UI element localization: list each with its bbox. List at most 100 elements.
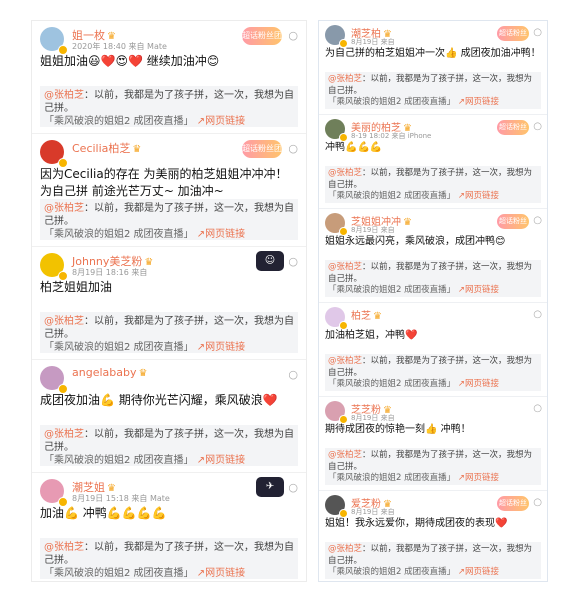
fan-group-badge[interactable]: 超话粉丝团	[242, 27, 282, 45]
circle-outline-icon[interactable]: ○	[288, 368, 298, 381]
view-link[interactable]: ↗网页链接	[458, 191, 499, 201]
quote-username[interactable]: @张柏芝	[44, 316, 84, 327]
view-link[interactable]: ↗网页链接	[458, 97, 499, 107]
quoted-post[interactable]: @张柏芝：以前，我都是为了孩子拼，这一次，我想为自己拼。 「乘风破浪的姐姐2 成…	[325, 72, 541, 109]
comment-post: 潮芝柏 ♛ 8月19日 来自 超话粉丝团 ○ 为自己拼的柏芝姐姐冲一次👍 成团夜加…	[319, 21, 547, 115]
quote-username[interactable]: @张柏芝	[328, 356, 362, 366]
post-time: 8月19日 18:16 来自	[72, 268, 148, 277]
circle-outline-icon[interactable]: ○	[533, 121, 542, 132]
quote-username[interactable]: @张柏芝	[44, 203, 84, 214]
post-content: 加油柏芝姐，冲鸭❤️	[325, 330, 418, 341]
quote-tail: 「乘风破浪的姐姐2 成团夜直播」	[328, 97, 456, 107]
vip-badge-icon	[339, 509, 348, 518]
post-time: 8月19日 来自	[351, 38, 395, 46]
vip-badge-icon	[339, 415, 348, 424]
quote-tail: 「乘风破浪的姐姐2 成团夜直播」	[44, 455, 194, 466]
quote-username[interactable]: @张柏芝	[328, 450, 362, 460]
quote-username[interactable]: @张柏芝	[328, 262, 362, 272]
comment-post: 爱芝粉 ♛ 8月19日 来自 超话粉丝团 ○ 姐姐！我永远爱你，期待成团夜的表现❤…	[319, 491, 547, 584]
circle-outline-icon[interactable]: ○	[288, 255, 298, 268]
username-link[interactable]: 柏芝 ♛	[351, 307, 382, 322]
view-link[interactable]: ↗网页链接	[197, 455, 245, 466]
vip-badge-icon	[339, 321, 348, 330]
vip-badge-icon	[339, 39, 348, 48]
vip-badge-icon	[339, 133, 348, 142]
comment-post: 芝芝粉 ♛ 8月19日 来自 ○ 期待成团夜的惊艳一刻👍 冲鸭！ @张柏芝：以前，…	[319, 397, 547, 491]
view-link[interactable]: ↗网页链接	[458, 379, 499, 389]
post-header: 爱芝粉 ♛ 8月19日 来自 超话粉丝团 ○	[319, 491, 547, 522]
circle-outline-icon[interactable]: ○	[288, 481, 298, 494]
view-link[interactable]: ↗网页链接	[197, 116, 245, 127]
vip-badge-icon	[58, 45, 68, 55]
comment-post: angelababy ♛ ○ 成团夜加油💪 期待你光芒闪耀，乘风破浪❤️ @张柏芝…	[32, 360, 306, 473]
view-link[interactable]: ↗网页链接	[197, 568, 245, 579]
quoted-post[interactable]: @张柏芝：以前，我都是为了孩子拼，这一次，我想为自己拼。 「乘风破浪的姐姐2 成…	[40, 538, 298, 579]
quote-username[interactable]: @张柏芝	[328, 168, 362, 178]
vip-badge-icon	[58, 158, 68, 168]
username-link[interactable]: angelababy ♛	[72, 366, 147, 379]
post-header: angelababy ♛ ○	[32, 360, 306, 394]
quote-tail: 「乘风破浪的姐姐2 成团夜直播」	[328, 285, 456, 295]
quote-tail: 「乘风破浪的姐姐2 成团夜直播」	[328, 191, 456, 201]
circle-outline-icon[interactable]: ○	[533, 497, 542, 508]
quoted-post[interactable]: @张柏芝：以前，我都是为了孩子拼，这一次，我想为自己拼。 「乘风破浪的姐姐2 成…	[40, 199, 298, 240]
quoted-post[interactable]: @张柏芝：以前，我都是为了孩子拼，这一次，我想为自己拼。 「乘风破浪的姐姐2 成…	[325, 166, 541, 203]
quote-username[interactable]: @张柏芝	[328, 74, 362, 84]
sticker-icon: ✈	[256, 477, 284, 497]
quote-username[interactable]: @张柏芝	[44, 542, 84, 553]
post-time: 8-19 18:02 来自 iPhone	[351, 132, 432, 140]
comment-post: 潮芝姐 ♛ 8月19日 15:18 来自 Mate ✈ ○ 加油💪 冲鸭💪💪💪💪 …	[32, 473, 306, 585]
quoted-post[interactable]: @张柏芝：以前，我都是为了孩子拼，这一次，我想为自己拼。 「乘风破浪的姐姐2 成…	[325, 260, 541, 297]
quote-tail: 「乘风破浪的姐姐2 成团夜直播」	[44, 229, 194, 240]
post-time: 8月19日 来自	[351, 226, 395, 234]
view-link[interactable]: ↗网页链接	[197, 229, 245, 240]
circle-outline-icon[interactable]: ○	[533, 309, 542, 320]
quote-tail: 「乘风破浪的姐姐2 成团夜直播」	[328, 473, 456, 483]
post-time: 8月19日 来自	[351, 508, 395, 516]
username-link[interactable]: Cecilia柏芝 ♛	[72, 140, 141, 156]
post-time: 8月19日 来自	[351, 414, 395, 422]
post-content: 姐姐加油😃❤️😍❤️ 继续加油冲😊	[40, 54, 220, 68]
quote-username[interactable]: @张柏芝	[44, 90, 84, 101]
quote-tail: 「乘风破浪的姐姐2 成团夜直播」	[328, 379, 456, 389]
post-header: 姐一枚 ♛ 2020年 18:40 来自 Mate 超话粉丝团 ○	[32, 21, 306, 55]
post-header: Johnny美芝粉 ♛ 8月19日 18:16 来自 ☺ ○	[32, 247, 306, 281]
comment-post: 美丽的柏芝 ♛ 8-19 18:02 来自 iPhone 超话粉丝团 ○ 冲鸭💪💪…	[319, 115, 547, 209]
comment-post: Cecilia柏芝 ♛ 超话粉丝团 ○ 因为Cecilia的存在 为美丽的柏芝姐姐…	[32, 134, 306, 247]
fan-group-badge[interactable]: 超话粉丝团	[497, 496, 529, 522]
view-link[interactable]: ↗网页链接	[458, 567, 499, 577]
post-content: 加油💪 冲鸭💪💪💪💪	[40, 506, 167, 520]
fan-group-badge[interactable]: 超话粉丝团	[242, 140, 282, 158]
vip-badge-icon	[58, 497, 68, 507]
comment-column-left: 姐一枚 ♛ 2020年 18:40 来自 Mate 超话粉丝团 ○ 姐姐加油😃❤️…	[31, 20, 307, 582]
post-header: Cecilia柏芝 ♛ 超话粉丝团 ○	[32, 134, 306, 168]
quoted-post[interactable]: @张柏芝：以前，我都是为了孩子拼，这一次，我想为自己拼。 「乘风破浪的姐姐2 成…	[325, 354, 541, 391]
fan-group-badge[interactable]: 超话粉丝团	[497, 214, 529, 240]
post-header: 芝姐姐冲冲 ♛ 8月19日 来自 超话粉丝团 ○	[319, 209, 547, 240]
view-link[interactable]: ↗网页链接	[197, 342, 245, 353]
circle-outline-icon[interactable]: ○	[288, 142, 298, 155]
quoted-post[interactable]: @张柏芝：以前，我都是为了孩子拼，这一次，我想为自己拼。 「乘风破浪的姐姐2 成…	[40, 86, 298, 127]
crown-icon: ♛	[373, 311, 382, 322]
quote-username[interactable]: @张柏芝	[328, 544, 362, 554]
circle-outline-icon[interactable]: ○	[533, 403, 542, 414]
post-time: 2020年 18:40 来自 Mate	[72, 42, 167, 51]
view-link[interactable]: ↗网页链接	[458, 473, 499, 483]
comment-post: 姐一枚 ♛ 2020年 18:40 来自 Mate 超话粉丝团 ○ 姐姐加油😃❤️…	[32, 21, 306, 134]
view-link[interactable]: ↗网页链接	[458, 285, 499, 295]
quoted-post[interactable]: @张柏芝：以前，我都是为了孩子拼，这一次，我想为自己拼。 「乘风破浪的姐姐2 成…	[40, 312, 298, 353]
circle-outline-icon[interactable]: ○	[288, 29, 298, 42]
quoted-post[interactable]: @张柏芝：以前，我都是为了孩子拼，这一次，我想为自己拼。 「乘风破浪的姐姐2 成…	[325, 542, 541, 579]
comment-post: Johnny美芝粉 ♛ 8月19日 18:16 来自 ☺ ○ 柏芝姐姐加油 @张柏…	[32, 247, 306, 360]
quote-tail: 「乘风破浪的姐姐2 成团夜直播」	[44, 116, 194, 127]
quote-tail: 「乘风破浪的姐姐2 成团夜直播」	[44, 568, 194, 579]
quote-tail: 「乘风破浪的姐姐2 成团夜直播」	[44, 342, 194, 353]
post-header: 潮芝姐 ♛ 8月19日 15:18 来自 Mate ✈ ○	[32, 473, 306, 507]
fan-group-badge[interactable]: 超话粉丝团	[497, 120, 529, 146]
fan-group-badge[interactable]: 超话粉丝团	[497, 26, 529, 52]
circle-outline-icon[interactable]: ○	[533, 215, 542, 226]
quoted-post[interactable]: @张柏芝：以前，我都是为了孩子拼，这一次，我想为自己拼。 「乘风破浪的姐姐2 成…	[325, 448, 541, 485]
circle-outline-icon[interactable]: ○	[533, 27, 542, 38]
quote-username[interactable]: @张柏芝	[44, 429, 84, 440]
quoted-post[interactable]: @张柏芝：以前，我都是为了孩子拼，这一次，我想为自己拼。 「乘风破浪的姐姐2 成…	[40, 425, 298, 466]
